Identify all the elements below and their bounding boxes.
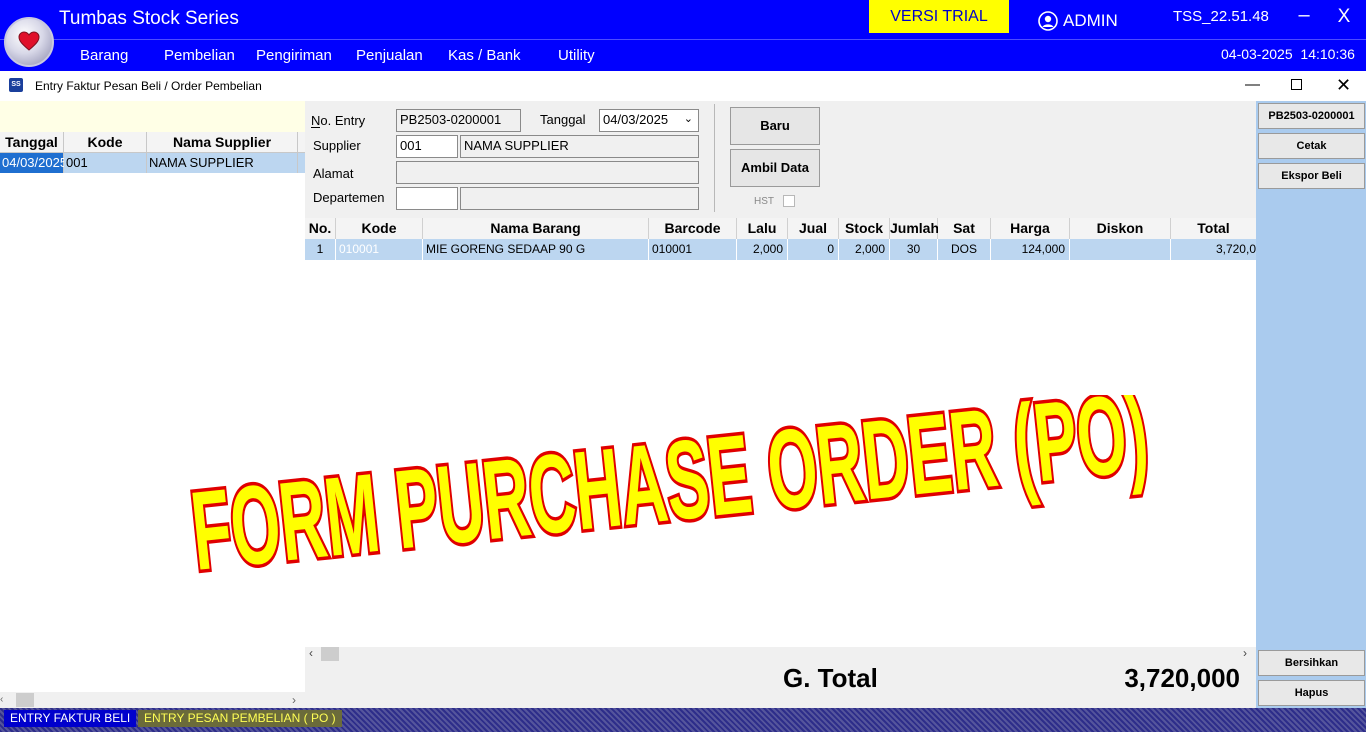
alamat-label: Alamat <box>313 166 354 181</box>
grid-cell-total[interactable]: 3,720,0 <box>1171 239 1256 260</box>
no-entry-underline <box>311 127 320 128</box>
grid-header-sat[interactable]: Sat <box>938 218 991 239</box>
date-label: 04-03-2025 <box>1221 46 1293 62</box>
scroll-thumb[interactable] <box>321 647 339 661</box>
menu-kas-bank[interactable]: Kas / Bank <box>448 47 521 64</box>
grid-header-jumlah[interactable]: Jumlah <box>890 218 939 239</box>
window-minimize-button[interactable]: — <box>1245 76 1260 93</box>
departemen-code-field[interactable] <box>396 187 458 210</box>
menu-penjualan[interactable]: Penjualan <box>356 47 423 64</box>
time-label: 14:10:36 <box>1300 46 1355 62</box>
menu-pembelian[interactable]: Pembelian <box>164 47 235 64</box>
trial-badge: VERSI TRIAL <box>869 0 1009 33</box>
tanggal-value: 04/03/2025 <box>603 112 669 127</box>
grid-header-harga[interactable]: Harga <box>991 218 1070 239</box>
grid-header-diskon[interactable]: Diskon <box>1070 218 1171 239</box>
window-title: Entry Faktur Pesan Beli / Order Pembelia… <box>35 79 262 93</box>
grid-cell-jual[interactable]: 0 <box>788 239 839 260</box>
list-cell-nama[interactable]: NAMA SUPPLIER <box>147 153 298 173</box>
list-cell-kode[interactable]: 001 <box>64 153 147 173</box>
no-entry-field[interactable]: PB2503-0200001 <box>396 109 521 132</box>
grid-header-lalu[interactable]: Lalu <box>737 218 788 239</box>
grid-header-barcode[interactable]: Barcode <box>649 218 737 239</box>
baru-button[interactable]: Baru <box>730 107 820 145</box>
scroll-left-arrow[interactable]: ‹ <box>0 694 8 705</box>
grid-cell-jumlah[interactable]: 30 <box>890 239 938 260</box>
scroll-left-arrow[interactable]: ‹ <box>309 646 313 660</box>
hapus-button[interactable]: Hapus <box>1258 680 1365 706</box>
departemen-name-field[interactable] <box>460 187 699 210</box>
grid-cell-sat[interactable]: DOS <box>938 239 991 260</box>
user-name[interactable]: ADMIN <box>1063 11 1118 31</box>
left-filter-area <box>0 101 305 132</box>
grid-header-kode[interactable]: Kode <box>336 218 423 239</box>
grand-total-value: 3,720,000 <box>1124 663 1240 693</box>
grand-total-label: G. Total <box>783 663 878 693</box>
menu-utility[interactable]: Utility <box>558 47 595 64</box>
grid-cell-harga[interactable]: 124,000 <box>991 239 1070 260</box>
user-icon[interactable] <box>1038 11 1058 31</box>
entry-number-button[interactable]: PB2503-0200001 <box>1258 103 1365 129</box>
scroll-right-arrow[interactable]: › <box>1243 646 1247 660</box>
hst-checkbox[interactable] <box>783 195 795 207</box>
alamat-field[interactable] <box>396 161 699 184</box>
menu-barang[interactable]: Barang <box>80 47 128 64</box>
tanggal-date-picker[interactable]: 04/03/2025 ⌄ <box>599 109 699 132</box>
form-divider <box>714 104 715 212</box>
bersihkan-button[interactable]: Bersihkan <box>1258 650 1365 676</box>
col-header-kode[interactable]: Kode <box>64 132 147 153</box>
grid-header-jual[interactable]: Jual <box>788 218 839 239</box>
supplier-label: Supplier <box>313 138 361 153</box>
list-cell-tanggal[interactable]: 04/03/2025 <box>0 153 67 173</box>
grid-horizontal-scrollbar[interactable]: ‹ › <box>305 646 1256 661</box>
tab-entry-faktur-beli[interactable]: ENTRY FAKTUR BELI <box>4 710 137 727</box>
grid-cell-no[interactable]: 1 <box>305 239 336 260</box>
supplier-code-field[interactable]: 001 <box>396 135 458 158</box>
window-maximize-button[interactable] <box>1291 79 1302 90</box>
overlay-banner-text: FORM PURCHASE ORDER (PO) <box>186 395 1154 575</box>
grid-cell-nama-barang[interactable]: MIE GORENG SEDAAP 90 G <box>423 239 649 260</box>
version-label: TSS_22.51.48 <box>1173 8 1269 25</box>
tab-entry-pesan-pembelian[interactable]: ENTRY PESAN PEMBELIAN ( PO ) <box>138 710 342 727</box>
col-header-tanggal[interactable]: Tanggal <box>0 132 64 153</box>
heart-icon <box>18 31 40 51</box>
grid-header-nama-barang[interactable]: Nama Barang <box>423 218 649 239</box>
tanggal-label: Tanggal <box>540 112 586 127</box>
departemen-label: Departemen <box>313 190 385 205</box>
no-entry-label: No. Entry <box>311 113 366 128</box>
scroll-right-arrow[interactable]: › <box>292 693 300 707</box>
window-icon: SS <box>9 78 23 92</box>
grid-cell-lalu[interactable]: 2,000 <box>737 239 788 260</box>
grid-cell-diskon[interactable] <box>1070 239 1171 260</box>
grid-header-total[interactable]: Total <box>1171 218 1256 239</box>
ambil-data-button[interactable]: Ambil Data <box>730 149 820 187</box>
cetak-button[interactable]: Cetak <box>1258 133 1365 159</box>
grid-header-no[interactable]: No. <box>305 218 336 239</box>
list-cell-more[interactable] <box>298 153 305 173</box>
supplier-name-field[interactable]: NAMA SUPPLIER <box>460 135 699 158</box>
right-action-panel <box>1256 101 1366 708</box>
app-logo <box>4 17 54 67</box>
grid-cell-kode[interactable]: 010001 <box>336 239 423 260</box>
overlay-banner: FORM PURCHASE ORDER (PO) <box>150 366 1190 598</box>
grid-cell-stock[interactable]: 2,000 <box>839 239 890 260</box>
close-button[interactable]: X <box>1334 6 1354 28</box>
col-header-nama-supplier[interactable]: Nama Supplier <box>147 132 298 153</box>
scroll-thumb[interactable] <box>16 693 34 707</box>
left-horizontal-scrollbar[interactable]: ‹ › <box>0 692 305 708</box>
datetime: 04-03-2025 14:10:36 <box>1221 46 1355 62</box>
window-close-button[interactable]: ✕ <box>1336 75 1351 96</box>
app-title: Tumbas Stock Series <box>59 8 239 29</box>
col-header-more[interactable] <box>298 132 305 153</box>
grid-cell-barcode[interactable]: 010001 <box>649 239 737 260</box>
grid-header-stock[interactable]: Stock <box>839 218 890 239</box>
chevron-down-icon[interactable]: ⌄ <box>684 112 693 125</box>
ekspor-beli-button[interactable]: Ekspor Beli <box>1258 163 1365 189</box>
menu-pengiriman[interactable]: Pengiriman <box>256 47 332 64</box>
minimize-button[interactable]: – <box>1294 4 1314 27</box>
hst-label: HST <box>754 196 774 207</box>
